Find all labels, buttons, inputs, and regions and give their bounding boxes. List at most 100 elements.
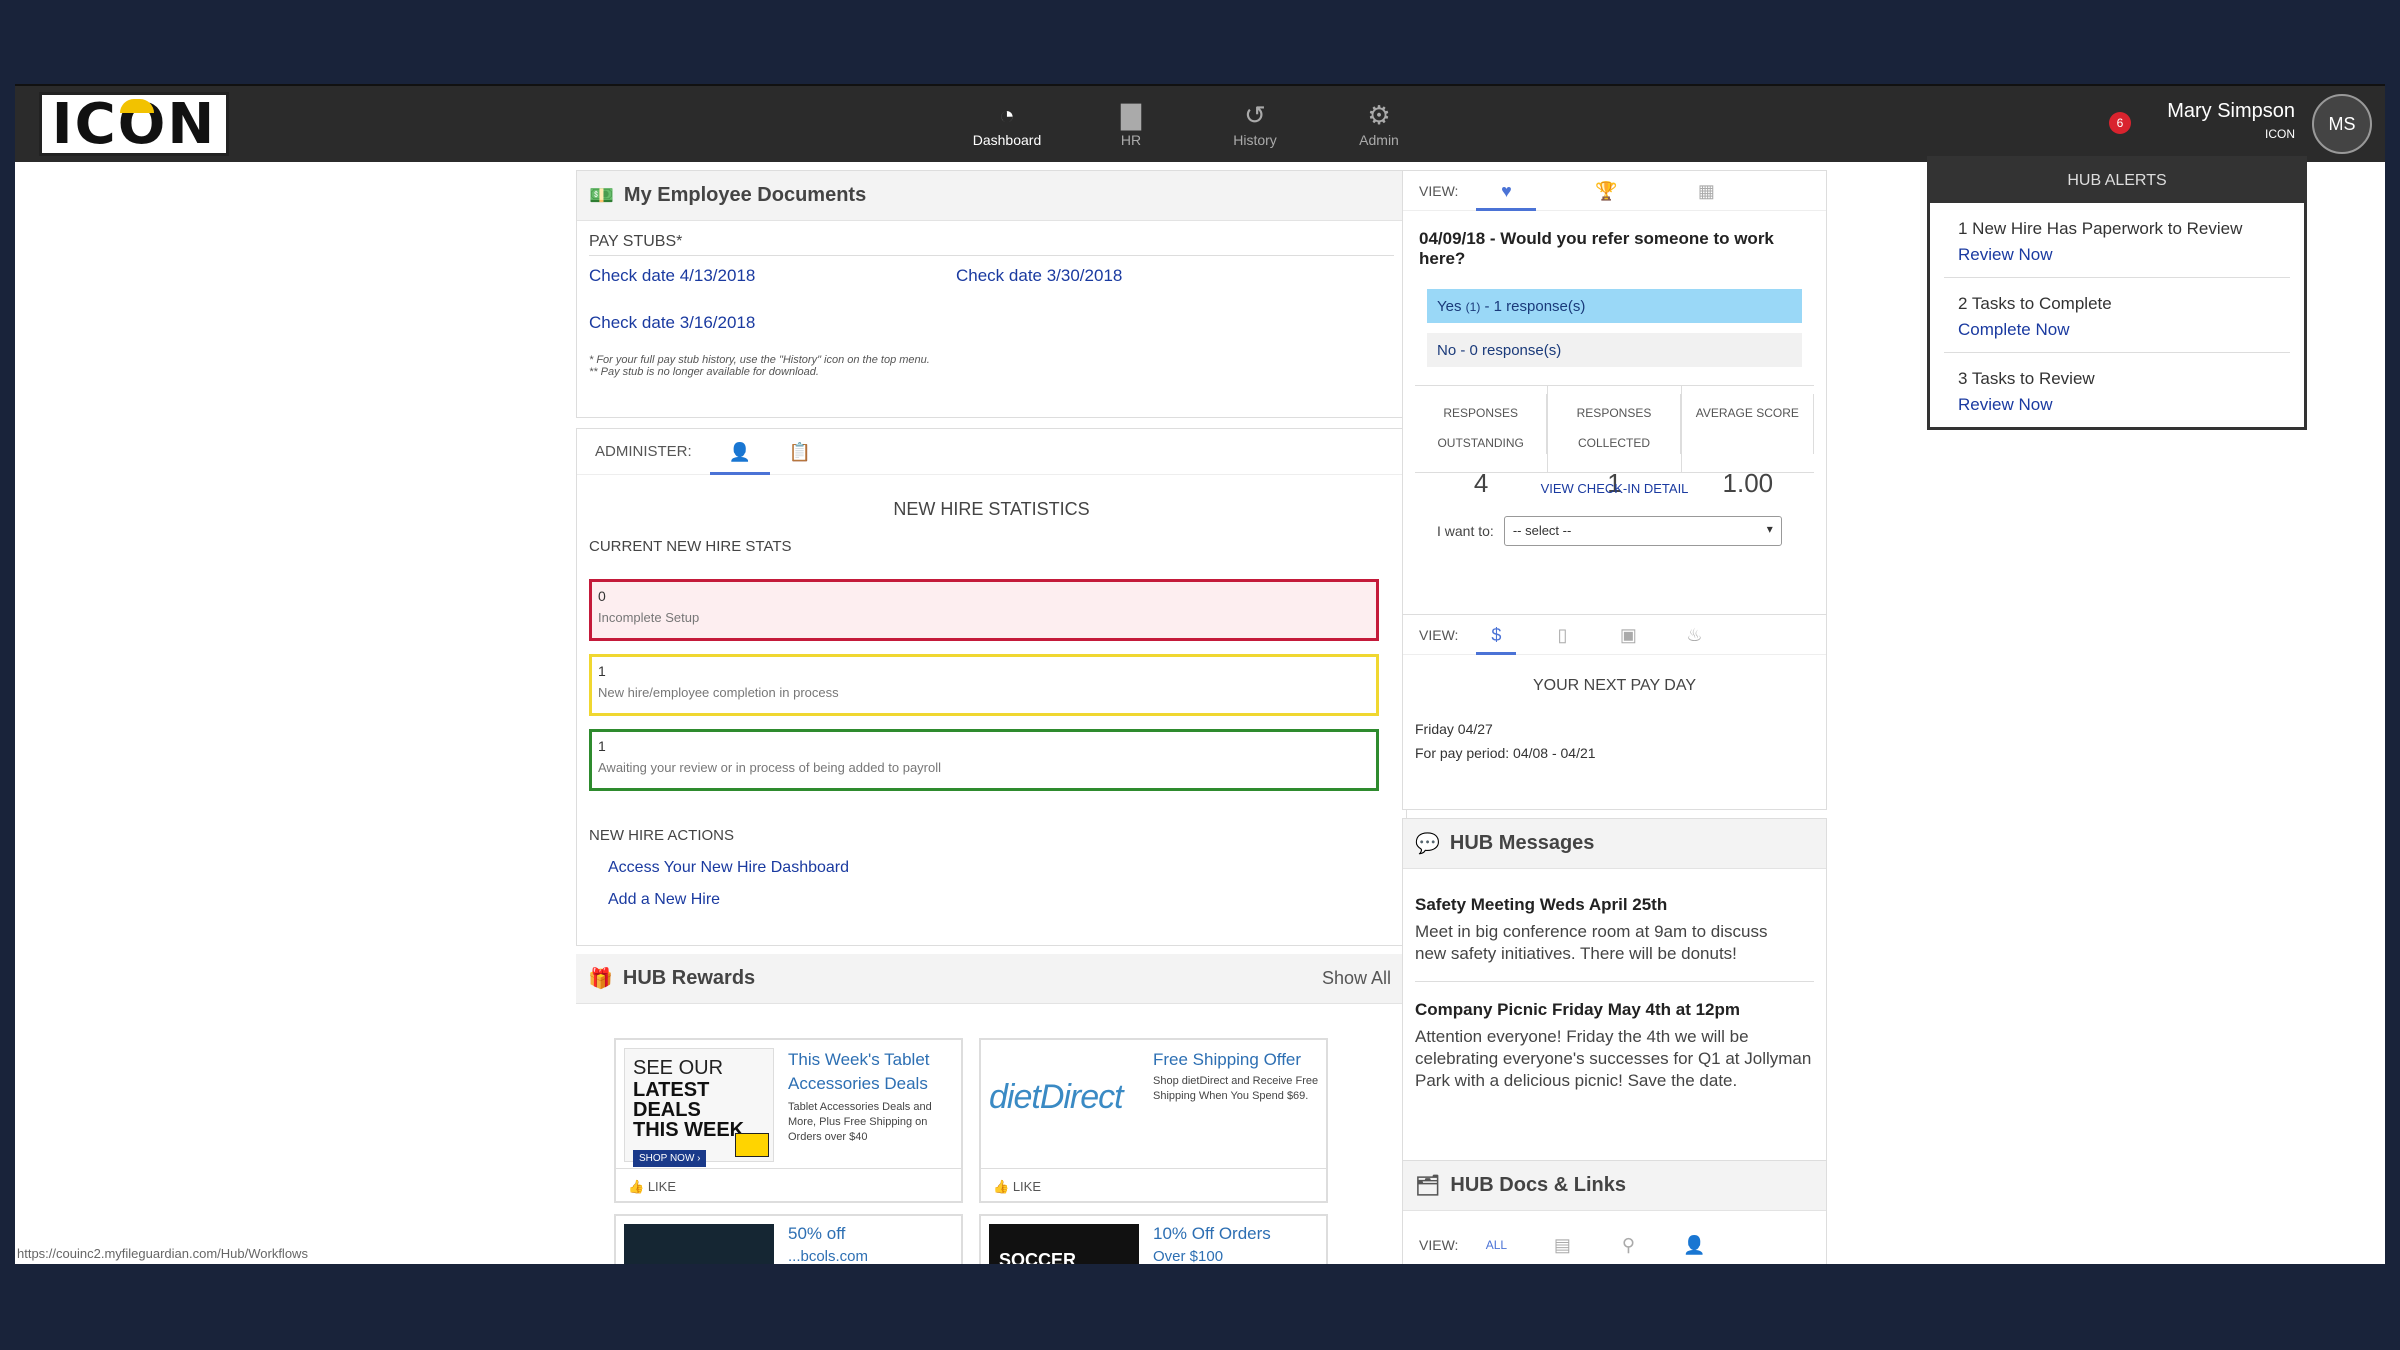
new-hire-dashboard-link[interactable]: Access Your New Hire Dashboard — [608, 859, 849, 877]
stat-awaiting-review[interactable]: 1 Awaiting your review or in process of … — [589, 729, 1379, 791]
new-hire-tab-icon[interactable]: 👤 — [709, 429, 770, 475]
nav-admin[interactable]: ⚙ Admin — [1317, 86, 1441, 164]
alert-action-link[interactable]: Complete Now — [1958, 320, 2276, 340]
like-button[interactable]: 👍 LIKE — [616, 1168, 961, 1205]
nav-history[interactable]: ↺ History — [1193, 86, 1317, 164]
reward-title[interactable]: This Week's Tablet Accessories Deals — [788, 1048, 958, 1096]
hub-docs-panel: 🗂 HUB Docs & Links VIEW: ALL ▤ ⚲ 👤 — [1402, 1160, 1827, 1264]
reward-title[interactable]: Free Shipping Offer — [1153, 1048, 1323, 1072]
check-link[interactable]: Check date 3/16/2018 — [589, 313, 755, 333]
nav-label: History — [1233, 132, 1277, 148]
user-company: ICON — [2265, 127, 2295, 141]
alert-action-link[interactable]: Review Now — [1958, 245, 2276, 265]
nav-label: HR — [1120, 132, 1142, 148]
docs-all-tab[interactable]: ALL — [1476, 1225, 1516, 1264]
heart-tab-icon[interactable]: ♥ — [1476, 171, 1537, 211]
nav-dashboard[interactable]: ◔ Dashboard — [945, 86, 1069, 164]
reward-image: SOCCER GEAR — [989, 1224, 1139, 1264]
panel-header: 💵 My Employee Documents — [577, 171, 1406, 221]
reward-image: SEE OUR LATEST DEALS THIS WEEK SHOP NOW … — [624, 1048, 774, 1167]
person-tab-icon[interactable]: 👤 — [1674, 1225, 1714, 1264]
stat-label: COLLECTED — [1548, 424, 1681, 454]
docs-icon: 🗂 — [1415, 1175, 1441, 1197]
reward-title[interactable]: 10% Off Orders — [1153, 1224, 1271, 1244]
money-icon: 💵 — [589, 185, 614, 207]
gear-icon: ⚙ — [1367, 100, 1391, 130]
clipboard-tab-icon[interactable]: 📋 — [770, 429, 830, 475]
stat-desc: New hire/employee completion in process — [598, 685, 839, 700]
company-logo[interactable]: ICON — [39, 92, 229, 157]
stat-value: 0 — [598, 588, 606, 604]
avatar[interactable]: MS — [2312, 94, 2372, 154]
folder-icon: ▇ — [1121, 100, 1141, 130]
contact-tab-icon[interactable]: ▣ — [1608, 615, 1648, 655]
reward-card[interactable]: 50% off ...bcols.com — [614, 1214, 963, 1264]
top-navigation-bar: ICON ◔ Dashboard ▇ HR ↺ History ⚙ Admin … — [15, 84, 2385, 162]
hub-alerts-dropdown: HUB ALERTS 1 New Hire Has Paperwork to R… — [1927, 156, 2307, 430]
yes-response-bar[interactable]: Yes (1) - 1 response(s) — [1427, 289, 1802, 323]
stat-label: AVERAGE SCORE — [1682, 394, 1814, 424]
current-stats-label: CURRENT NEW HIRE STATS — [589, 538, 792, 555]
stat-label: RESPONSES — [1415, 394, 1548, 424]
main-nav: ◔ Dashboard ▇ HR ↺ History ⚙ Admin — [945, 86, 1441, 164]
stat-incomplete-setup[interactable]: 0 Incomplete Setup — [589, 579, 1379, 641]
shop-now-badge: SHOP NOW › — [633, 1150, 707, 1167]
stat-label: OUTSTANDING — [1415, 424, 1548, 454]
add-new-hire-link[interactable]: Add a New Hire — [608, 891, 720, 909]
want-to-select[interactable]: -- select -- ▾ — [1503, 516, 1782, 546]
message-title: Safety Meeting Weds April 25th — [1415, 895, 1668, 914]
stat-value: 1.00 — [1722, 468, 1774, 498]
alerts-bell-icon[interactable]: 6 — [2109, 112, 2131, 134]
user-info[interactable]: Mary Simpson ICON — [2167, 100, 2295, 141]
paystub-note: ** Pay stub is no longer available for d… — [589, 366, 819, 378]
nav-hr[interactable]: ▇ HR — [1069, 86, 1193, 164]
view-label: VIEW: — [1419, 182, 1459, 199]
reward-card[interactable]: SEE OUR LATEST DEALS THIS WEEK SHOP NOW … — [614, 1038, 963, 1203]
want-to-label: I want to: — [1437, 523, 1494, 539]
trophy-tab-icon[interactable]: 🏆 — [1576, 171, 1636, 211]
stat-in-process[interactable]: 1 New hire/employee completion in proces… — [589, 654, 1379, 716]
panel-header: 💬 HUB Messages — [1403, 819, 1826, 869]
hub-rewards-panel: 🎁 HUB Rewards Show All SEE OUR LATEST DE… — [576, 954, 1407, 1264]
alert-text: 1 New Hire Has Paperwork to Review — [1958, 219, 2243, 238]
alert-action-link[interactable]: Review Now — [1958, 395, 2276, 415]
yes-label: Yes — [1437, 298, 1462, 315]
reward-title[interactable]: 50% off — [788, 1224, 845, 1244]
paystub-note: * For your full pay stub history, use th… — [589, 354, 930, 366]
select-value: -- select -- — [1512, 523, 1572, 538]
reward-desc: Tablet Accessories Deals and More, Plus … — [788, 1101, 932, 1143]
panel-title: My Employee Documents — [623, 184, 867, 206]
view-label: VIEW: — [1419, 626, 1459, 643]
link-tab-icon[interactable]: ⚲ — [1608, 1225, 1648, 1264]
show-all-link[interactable]: Show All — [1322, 968, 1391, 989]
no-response-bar[interactable]: No - 0 response(s) — [1427, 333, 1802, 367]
reward-card[interactable]: SOCCER GEAR 10% Off Orders Over $100 — [979, 1214, 1328, 1264]
check-link[interactable]: Check date 4/13/2018 — [589, 266, 755, 286]
dashboard-icon: ◔ — [999, 100, 1015, 130]
pay-period: For pay period: 04/08 - 04/21 — [1415, 745, 1596, 761]
new-hire-stats-title: NEW HIRE STATISTICS — [893, 499, 1090, 519]
reward-card[interactable]: dietDirect Free Shipping Offer Shop diet… — [979, 1038, 1328, 1203]
cake-tab-icon[interactable]: ♨ — [1674, 615, 1714, 655]
bestbuy-logo-icon — [735, 1133, 769, 1157]
survey-stats: RESPONSES OUTSTANDING 4 RESPONSES COLLEC… — [1415, 385, 1814, 498]
message-body: Attention everyone! Friday the 4th we wi… — [1415, 1027, 1812, 1090]
reward-subtitle: ...bcols.com — [788, 1248, 869, 1264]
nav-label: Admin — [1359, 132, 1399, 148]
survey-question: 04/09/18 - Would you refer someone to wo… — [1419, 229, 1774, 268]
dietdirect-logo: dietDirect — [989, 1078, 1124, 1116]
calendar-tab-icon[interactable]: ▦ — [1676, 171, 1736, 211]
reward-desc: Shop dietDirect and Receive Free Shippin… — [1153, 1075, 1319, 1102]
dollar-tab-icon[interactable]: $ — [1476, 615, 1517, 655]
briefcase-tab-icon[interactable]: ▤ — [1542, 1225, 1582, 1264]
check-link[interactable]: Check date 3/30/2018 — [956, 266, 1122, 286]
new-hire-actions-label: NEW HIRE ACTIONS — [589, 827, 735, 844]
reward-image-text: LATEST DEALS — [633, 1079, 710, 1121]
mobile-tab-icon[interactable]: ▯ — [1542, 615, 1582, 655]
docs-view-tabs: VIEW: ALL ▤ ⚲ 👤 — [1403, 1225, 1826, 1264]
like-button[interactable]: 👍 LIKE — [981, 1168, 1326, 1205]
alert-item: 1 New Hire Has Paperwork to Review Revie… — [1944, 203, 2290, 278]
survey-view-tabs: VIEW: ♥ 🏆 ▦ — [1403, 171, 1826, 211]
stat-label: RESPONSES — [1548, 394, 1681, 424]
stat-label — [1682, 424, 1814, 454]
